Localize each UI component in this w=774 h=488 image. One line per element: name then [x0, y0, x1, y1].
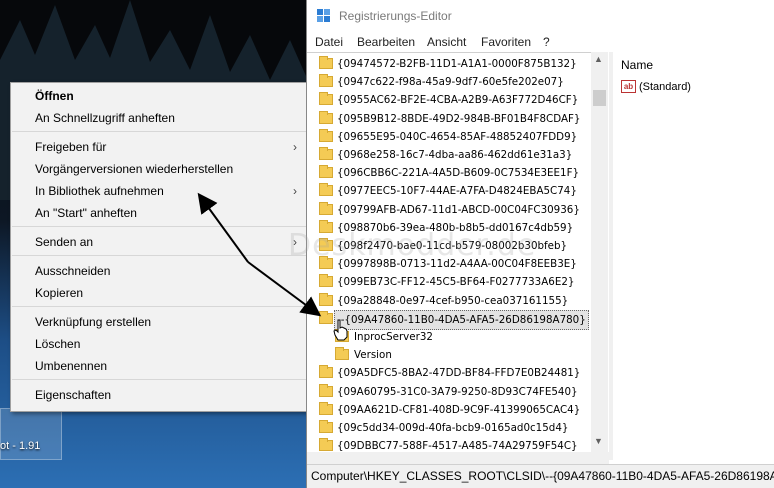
arrow-to-selected-key — [247, 261, 322, 317]
hand-cursor-icon — [333, 319, 348, 341]
arrow-to-menu-item — [197, 192, 249, 263]
annotation-arrows — [197, 192, 322, 317]
